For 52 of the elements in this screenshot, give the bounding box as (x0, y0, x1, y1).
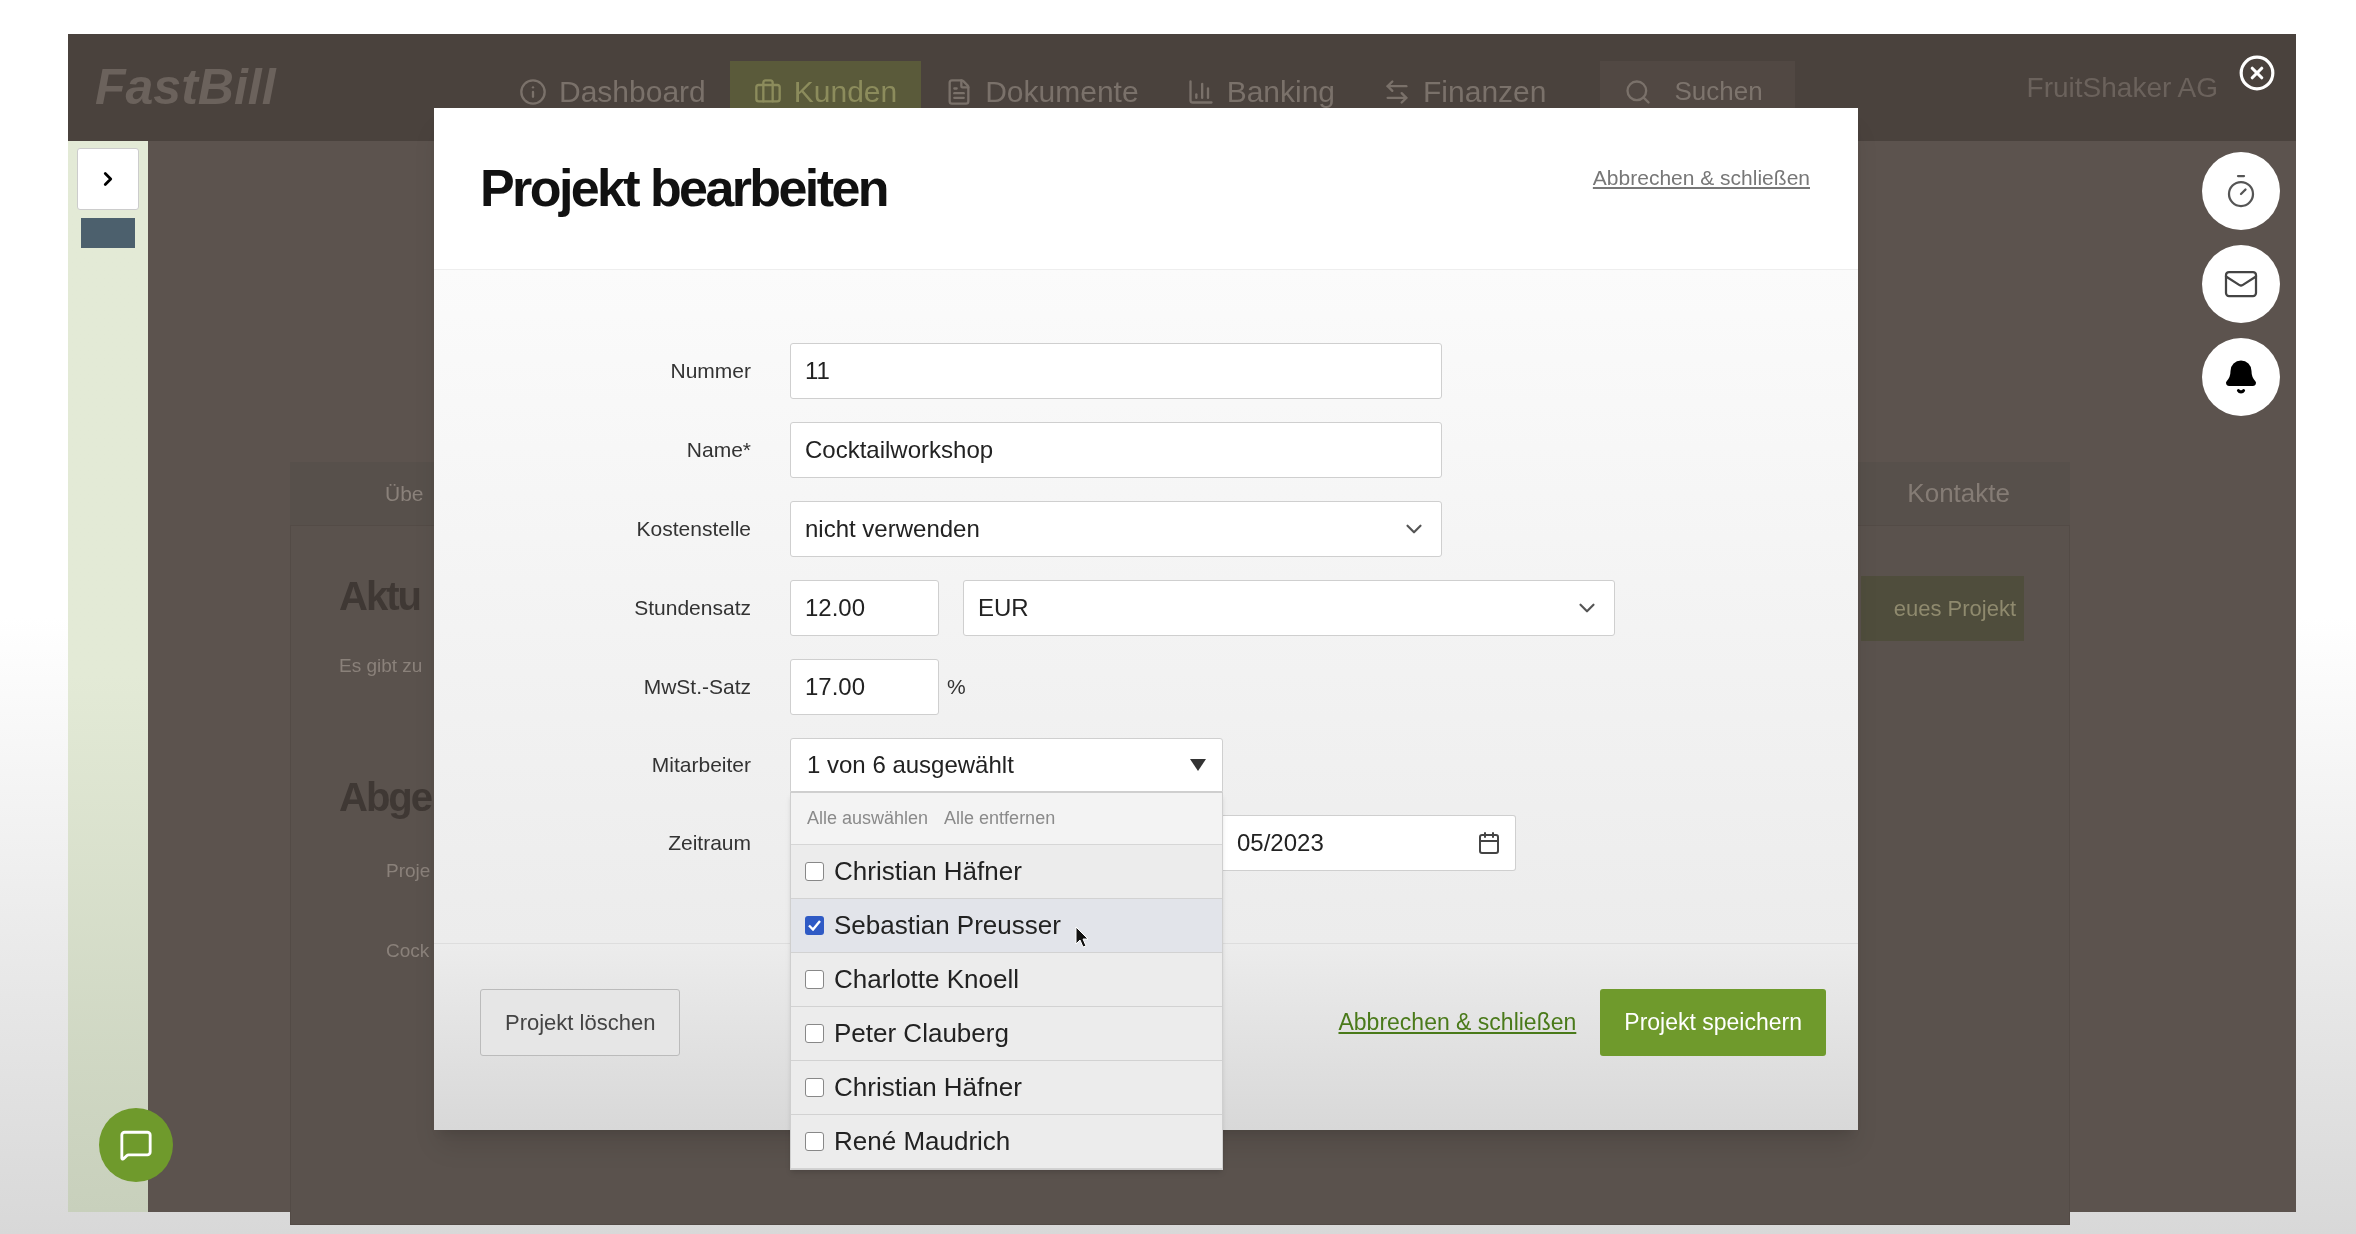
dropdown-action-link[interactable]: Alle entfernen (944, 805, 1056, 832)
dropdown-option[interactable]: Sebastian Preusser (791, 899, 1222, 953)
info-icon (519, 77, 547, 106)
field-label: MwSt.-Satz (642, 674, 752, 701)
text-field[interactable]: 17.00 (790, 659, 939, 715)
dropdown-option[interactable]: Peter Clauberg (791, 1007, 1222, 1061)
save-button[interactable]: Projekt speichern (1600, 988, 1826, 1056)
select-field[interactable]: EUR (963, 580, 1615, 636)
dropdown-option[interactable]: Christian Häfner (791, 1061, 1222, 1115)
field-label: Kostenstelle (635, 516, 752, 543)
checkbox[interactable] (805, 1024, 824, 1043)
option-label: Christian Häfner (834, 1071, 1022, 1104)
field-label: Mitarbeiter (650, 752, 752, 779)
option-label: Peter Clauberg (834, 1017, 1009, 1050)
briefcase-icon (753, 77, 782, 106)
cancel-link[interactable]: Abbrechen & schließen (1592, 161, 1810, 194)
sidebar-block (81, 218, 135, 248)
unit-label: % (947, 674, 966, 701)
new-project-button[interactable]: eues Projekt (1861, 576, 2024, 641)
dropdown-option[interactable]: René Maudrich (791, 1115, 1222, 1169)
field-label: Nummer (669, 358, 752, 385)
bell-icon (2223, 359, 2259, 395)
field-label: Zeitraum (667, 830, 752, 857)
text-field[interactable]: 11 (790, 343, 1442, 399)
text-field[interactable]: 12.00 (790, 580, 939, 636)
triangle-down-icon (1190, 759, 1206, 771)
chat-icon (119, 1128, 153, 1162)
option-label: Sebastian Preusser (834, 909, 1061, 942)
dropdown-action-link[interactable]: Alle auswählen (807, 805, 929, 832)
field-label: Name* (685, 437, 752, 464)
option-label: Christian Häfner (834, 855, 1022, 888)
field-label: Stundensatz (633, 595, 752, 622)
checkbox[interactable] (805, 970, 824, 989)
checkbox[interactable] (805, 916, 824, 935)
checkbox[interactable] (805, 1132, 824, 1151)
option-label: René Maudrich (834, 1125, 1011, 1158)
checkbox[interactable] (805, 862, 824, 881)
option-label: Charlotte Knoell (834, 963, 1019, 996)
select-field[interactable]: nicht verwenden (790, 501, 1442, 557)
delete-button[interactable]: Projekt löschen (480, 988, 681, 1056)
dialog-title: Projekt bearbeiten (480, 157, 887, 219)
search-icon (1624, 77, 1653, 106)
multiselect-field[interactable]: 1 von 6 ausgewählt (790, 738, 1223, 792)
checkbox[interactable] (805, 1078, 824, 1097)
date-field[interactable]: 05/2023 (1223, 815, 1516, 871)
cancel-link[interactable]: Abbrechen & schließen (1338, 1004, 1577, 1040)
calendar-icon (1477, 831, 1501, 855)
mouse-cursor-icon (1074, 925, 1089, 948)
close-icon[interactable] (2238, 54, 2276, 92)
dropdown-option[interactable]: Charlotte Knoell (791, 953, 1222, 1007)
bar-chart-icon (1186, 77, 1215, 106)
text-field[interactable]: Cocktailworkshop (790, 422, 1442, 478)
